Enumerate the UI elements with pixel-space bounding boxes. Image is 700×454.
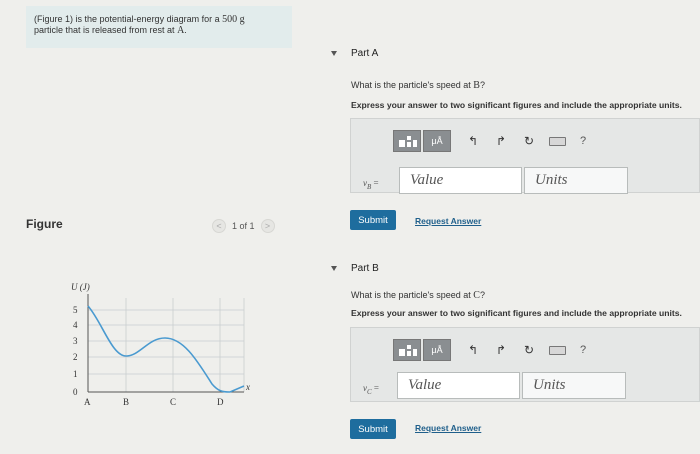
symbols-button[interactable]: μÅ	[423, 339, 451, 361]
x-point-label: D	[217, 397, 224, 407]
equals-sign: =	[371, 178, 379, 188]
submit-button[interactable]: Submit	[350, 419, 396, 439]
units-input[interactable]	[524, 167, 628, 194]
part-b-instruction: Express your answer to two significant f…	[351, 308, 682, 318]
y-tick: 2	[73, 352, 78, 362]
submit-button[interactable]: Submit	[350, 210, 396, 230]
redo-icon[interactable]: ↱	[495, 134, 507, 148]
reset-icon[interactable]: ↻	[523, 134, 535, 148]
x-point-label: C	[170, 397, 176, 407]
figure-label: Figure	[26, 217, 63, 231]
y-tick: 0	[73, 387, 78, 397]
reset-icon[interactable]: ↻	[523, 343, 535, 357]
intro-mass: 500 g	[222, 14, 245, 25]
problem-intro: (Figure 1) is the potential-energy diagr…	[26, 6, 292, 48]
question-point: B	[473, 80, 480, 91]
next-figure-button[interactable]: >	[260, 219, 275, 233]
part-a-question: What is the particle's speed at B?	[351, 80, 485, 91]
part-a-instruction: Express your answer to two significant f…	[351, 100, 682, 110]
part-b-question: What is the particle's speed at C?	[351, 290, 485, 301]
figure-page-count: 1 of 1	[232, 221, 255, 231]
energy-curve	[87, 305, 245, 393]
redo-icon[interactable]: ↱	[495, 343, 507, 357]
question-mark: ?	[479, 290, 485, 300]
request-answer-link[interactable]: Request Answer	[415, 216, 481, 226]
answer-box: μÅ ↰ ↱ ↻ ? vB =	[350, 118, 700, 194]
intro-text: (Figure 1) is the potential-energy diagr…	[34, 14, 223, 24]
potential-energy-graph: U (J) x 5 4 3 2 1 0 A B C D	[66, 280, 266, 410]
question-mark: ?	[479, 80, 485, 90]
undo-icon[interactable]: ↰	[467, 343, 479, 357]
y-tick: 4	[73, 320, 78, 330]
x-axis-label: x	[245, 382, 250, 392]
request-answer-link[interactable]: Request Answer	[415, 423, 481, 433]
templates-button[interactable]	[393, 130, 421, 152]
keyboard-icon[interactable]	[549, 136, 566, 146]
y-tick: 1	[73, 369, 78, 379]
x-point-label: B	[123, 397, 129, 407]
math-toolbar: μÅ ↰ ↱ ↻ ?	[393, 339, 586, 361]
help-icon[interactable]: ?	[580, 344, 586, 356]
undo-icon[interactable]: ↰	[467, 134, 479, 148]
math-toolbar: μÅ ↰ ↱ ↻ ?	[393, 130, 586, 152]
y-tick: 5	[73, 305, 78, 315]
templates-button[interactable]	[393, 339, 421, 361]
collapse-caret-icon[interactable]	[331, 266, 337, 271]
prev-figure-button[interactable]: <	[212, 219, 226, 233]
part-b-title[interactable]: Part B	[351, 263, 379, 274]
question-text: What is the particle's speed at	[351, 290, 474, 300]
part-a-title[interactable]: Part A	[351, 48, 378, 59]
value-input[interactable]	[399, 167, 522, 194]
part-a: Part A What is the particle's speed at B…	[331, 48, 700, 238]
y-axis-label: U (J)	[71, 282, 90, 292]
part-b: Part B What is the particle's speed at C…	[331, 263, 700, 454]
speed-variable-label: vC =	[363, 383, 379, 396]
value-input[interactable]	[397, 372, 520, 399]
x-point-label: A	[84, 397, 91, 407]
keyboard-icon[interactable]	[549, 345, 566, 355]
equals-sign: =	[371, 383, 379, 393]
figure-pager: < 1 of 1 >	[212, 219, 275, 233]
question-point: C	[473, 290, 480, 301]
question-text: What is the particle's speed at	[351, 80, 474, 90]
intro-period: .	[184, 25, 187, 35]
answer-box: μÅ ↰ ↱ ↻ ? vC =	[350, 327, 700, 402]
speed-variable-label: vB =	[363, 178, 379, 191]
intro-text-2: particle that is released from rest at	[34, 25, 178, 35]
collapse-caret-icon[interactable]	[331, 51, 337, 56]
units-input[interactable]	[522, 372, 626, 399]
symbols-button[interactable]: μÅ	[423, 130, 451, 152]
help-icon[interactable]: ?	[580, 135, 586, 147]
y-tick: 3	[73, 336, 78, 346]
